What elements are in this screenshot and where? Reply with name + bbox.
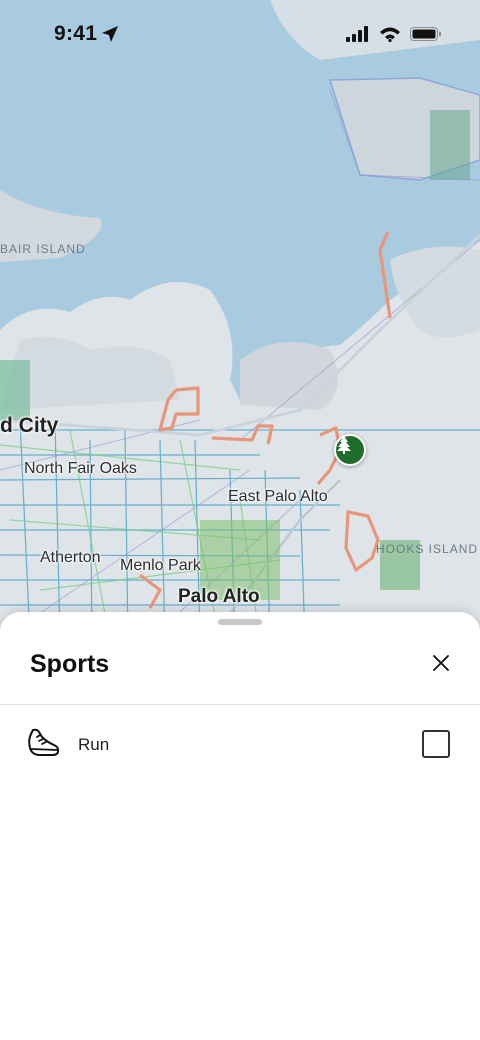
map-label-palo-alto: Palo Alto bbox=[178, 586, 260, 607]
map-label-redwood-city: d City bbox=[0, 414, 59, 437]
sports-sheet: Sports Run bbox=[0, 612, 480, 1040]
running-shoe-icon bbox=[28, 728, 60, 756]
sheet-grabber[interactable] bbox=[218, 619, 262, 625]
tree-icon bbox=[337, 436, 351, 454]
status-bar: 9:41 bbox=[0, 0, 480, 72]
map-label-hooks-island: HOOKS ISLAND bbox=[376, 542, 479, 556]
map-label-menlo-park: Menlo Park bbox=[120, 557, 201, 574]
run-checkbox[interactable] bbox=[422, 730, 450, 758]
status-time: 9:41 bbox=[54, 22, 98, 45]
divider bbox=[0, 704, 480, 705]
map-label-bair-island: BAIR ISLAND bbox=[0, 242, 86, 256]
location-arrow-icon bbox=[102, 26, 118, 42]
map-label-east-palo-alto: East Palo Alto bbox=[228, 488, 328, 505]
park-pin[interactable] bbox=[334, 434, 366, 466]
sheet-title: Sports bbox=[30, 650, 110, 678]
close-icon bbox=[433, 655, 449, 671]
map-view[interactable]: BAIR ISLAND d City North Fair Oaks East … bbox=[0, 0, 480, 640]
sport-label: Run bbox=[78, 735, 110, 754]
map-label-atherton: Atherton bbox=[40, 549, 101, 566]
cellular-signal-icon bbox=[346, 26, 368, 42]
map-label-north-fair-oaks: North Fair Oaks bbox=[24, 460, 137, 477]
close-button[interactable] bbox=[426, 648, 456, 678]
sport-row-run[interactable]: Run bbox=[0, 706, 480, 782]
wifi-icon bbox=[380, 27, 400, 42]
battery-icon bbox=[410, 27, 441, 41]
